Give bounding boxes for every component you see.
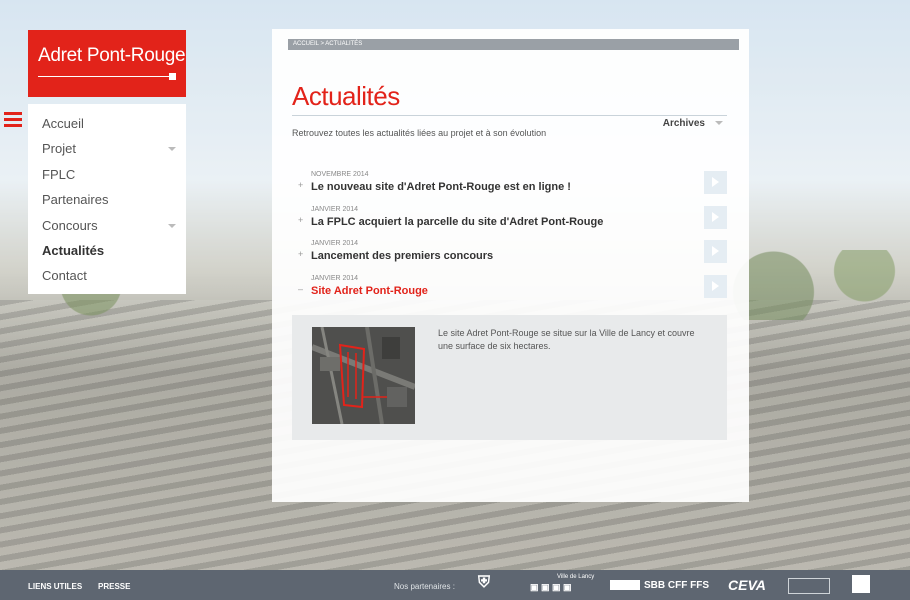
expand-icon[interactable]: + [298,249,303,259]
sidebar-item-label: Contact [42,268,87,284]
chevron-down-icon[interactable] [168,147,176,152]
news-title[interactable]: Le nouveau site d'Adret Pont-Rouge est e… [311,181,571,193]
title-divider [292,115,727,116]
news-date: JANVIER 2014 [311,206,359,213]
collapse-icon[interactable]: – [298,284,303,294]
partners-label: Nos partenaires : [394,582,455,591]
footer-link-presse[interactable]: PRESSE [98,582,130,591]
news-item[interactable]: – JANVIER 2014 Site Adret Pont-Rouge [292,275,727,305]
news-detail: Le site Adret Pont-Rouge se situe sur la… [292,315,727,440]
association-logo[interactable] [788,578,830,594]
news-open-button[interactable] [704,275,727,298]
content-panel: ACCUEIL > ACTUALITÉS Actualités Retrouve… [272,29,749,502]
breadcrumb[interactable]: ACCUEIL > ACTUALITÉS [288,39,739,50]
play-arrow-icon [712,177,719,187]
play-arrow-icon [712,281,719,291]
sidebar-item-label: Partenaires [42,192,109,208]
page-title: Actualités [292,81,400,111]
news-title[interactable]: Lancement des premiers concours [311,250,493,262]
news-open-button[interactable] [704,206,727,229]
news-title[interactable]: La FPLC acquiert la parcelle du site d'A… [311,216,603,228]
sidebar-item-contact[interactable]: Contact [28,263,186,288]
news-item[interactable]: + JANVIER 2014 La FPLC acquiert la parce… [292,206,727,236]
sidebar-item-projet[interactable]: Projet [28,136,186,161]
news-open-button[interactable] [704,171,727,194]
sidebar-item-label: Concours [42,217,98,233]
sbb-arrow-icon [610,580,640,590]
footer-link-liens-utiles[interactable]: LIENS UTILES [28,582,82,591]
ra-logo[interactable] [852,575,870,593]
menu-icon[interactable] [4,112,22,128]
archives-label: Archives [662,118,705,129]
archives-dropdown[interactable]: Archives [663,118,723,129]
news-open-button[interactable] [704,240,727,263]
play-arrow-icon [712,212,719,222]
sidebar-item-accueil[interactable]: Accueil [28,111,186,136]
play-arrow-icon [712,246,719,256]
news-date: JANVIER 2014 [311,275,359,282]
sidebar-nav: Accueil Projet FPLC Partenaires Concours… [28,104,186,294]
geneva-crest-icon[interactable]: ⛨ [478,574,490,592]
logo-underline [38,76,170,77]
sidebar-item-label: Projet [42,141,76,157]
chevron-down-icon [715,121,723,126]
news-date: JANVIER 2014 [311,240,359,247]
sidebar-item-concours[interactable]: Concours [28,213,186,238]
ceva-logo[interactable]: CEVA [728,577,766,593]
site-logo[interactable]: Adret Pont-Rouge [28,30,186,97]
news-detail-text: Le site Adret Pont-Rouge se situe sur la… [438,328,695,351]
page-subtitle: Retrouvez toutes les actualités liées au… [292,128,547,138]
logo-square [169,73,176,80]
expand-icon[interactable]: + [298,180,303,190]
expand-icon[interactable]: + [298,215,303,225]
news-item[interactable]: + NOVEMBRE 2014 Le nouveau site d'Adret … [292,171,727,201]
ville-de-lancy-label[interactable]: Ville de Lancy [557,574,594,580]
sbb-logo[interactable]: SBB CFF FFS [644,580,709,591]
news-item[interactable]: + JANVIER 2014 Lancement des premiers co… [292,240,727,270]
sidebar-item-label: Accueil [42,116,84,131]
sidebar-item-partenaires[interactable]: Partenaires [28,187,186,212]
sidebar-item-label: FPLC [42,166,76,182]
sidebar-item-label: Actualités [42,242,105,258]
site-aerial-map-image[interactable] [312,327,415,424]
lancy-crests-icon[interactable]: ▣ ▣ ▣ ▣ [530,582,572,593]
chevron-down-icon[interactable] [168,223,176,228]
news-date: NOVEMBRE 2014 [311,171,369,178]
sidebar-item-actualites[interactable]: Actualités [28,238,186,263]
sidebar-item-fplc[interactable]: FPLC [28,162,186,187]
logo-text: Adret Pont-Rouge [38,45,186,66]
news-title[interactable]: Site Adret Pont-Rouge [311,285,428,297]
footer: LIENS UTILES PRESSE Nos partenaires : ⛨ … [0,570,910,600]
